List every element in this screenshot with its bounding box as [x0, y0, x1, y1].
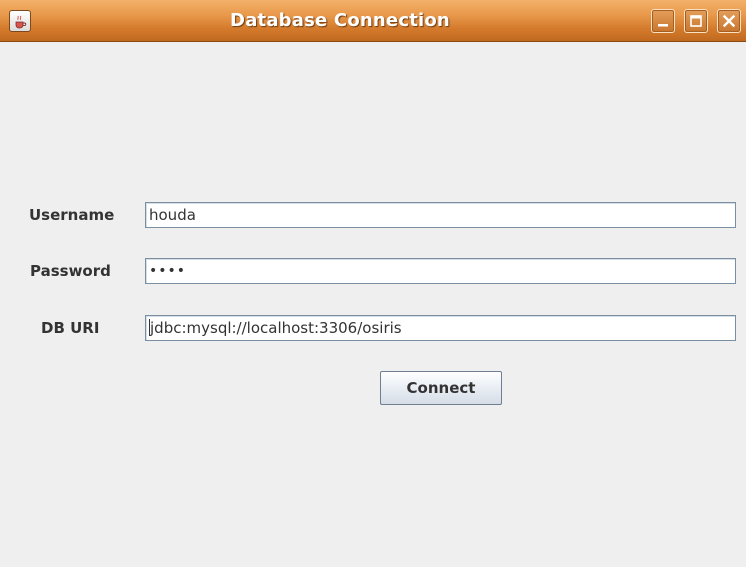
window-title: Database Connection: [230, 10, 450, 31]
db-uri-label: DB URI: [41, 319, 100, 337]
db-uri-field[interactable]: jdbc:mysql://localhost:3306/osiris: [145, 315, 736, 341]
minimize-icon: [658, 24, 668, 27]
close-icon: [722, 14, 736, 28]
username-label: Username: [29, 206, 115, 224]
maximize-icon: [690, 15, 702, 27]
title-bar[interactable]: Database Connection: [0, 0, 746, 42]
maximize-button[interactable]: [684, 9, 708, 33]
password-value: ••••: [149, 263, 187, 279]
db-uri-value: jdbc:mysql://localhost:3306/osiris: [150, 319, 402, 337]
database-connection-window: Database Connection Username houda Passw…: [0, 0, 746, 567]
username-value: houda: [149, 206, 196, 224]
username-field[interactable]: houda: [145, 202, 736, 228]
password-label: Password: [30, 262, 111, 280]
password-field[interactable]: ••••: [145, 258, 736, 284]
minimize-button[interactable]: [651, 9, 675, 33]
connect-button[interactable]: Connect: [380, 371, 502, 405]
close-button[interactable]: [717, 9, 741, 33]
